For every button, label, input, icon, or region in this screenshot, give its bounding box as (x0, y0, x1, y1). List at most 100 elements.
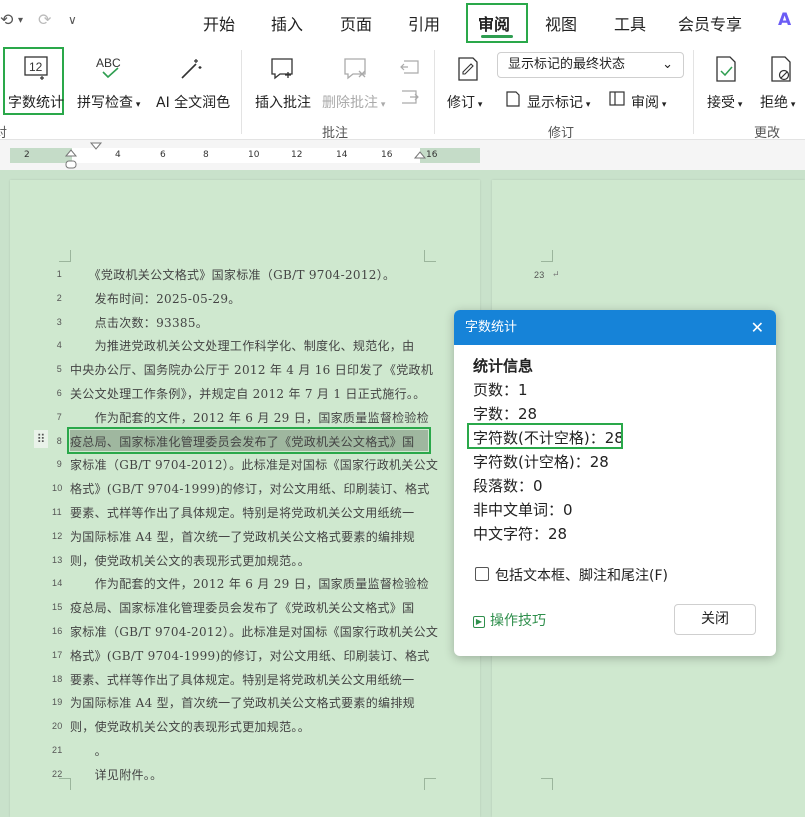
include-textbox-label[interactable]: 包括文本框、脚注和尾注(F) (495, 565, 668, 585)
quick-access-more-icon[interactable]: ∨ (68, 13, 77, 27)
line-number: 10 (52, 483, 63, 494)
right-indent-icon[interactable] (412, 150, 428, 168)
top-menu-bar: ⟲ ▾ ⟳ ∨ 开始 插入 页面 引用 审阅 视图 工具 会员专享 A (0, 0, 805, 44)
line-number: 5 (56, 364, 62, 375)
line-text: 发布时间：2025-05-29。 (70, 291, 241, 306)
line-text: 格式》(GB/T 9704-1999)的修订，对公文用纸、印刷装订、格式 (70, 648, 430, 663)
line-text: 关公文处理工作条例》，并规定自 2012 年 7 月 1 日正式施行。。 (70, 387, 426, 401)
horizontal-ruler[interactable]: 2 4 6 8 10 12 14 16 16 (0, 140, 805, 170)
menu-member[interactable]: 会员专享 (678, 11, 742, 35)
menu-tools[interactable]: 工具 (614, 11, 646, 35)
first-line-indent-icon[interactable] (88, 140, 104, 154)
non-chinese-word-count: 非中文单词：0 (473, 501, 573, 519)
line-text: 家标准（GB/T 9704-2012）。此标准是对国标《国家行政机关公文 (70, 625, 439, 639)
ruler-tick-label: 8 (203, 150, 209, 160)
ruler-tick-label: 2 (24, 150, 30, 160)
markup-display-dropdown[interactable]: 显示标记的最终状态 ⌄ (497, 52, 684, 78)
line-text: 疫总局、国家标准化管理委员会发布了《党政机关公文格式》国 (70, 601, 415, 616)
line-text: 《党政机关公文格式》国家标准（GB/T 9704-2012）。 (70, 268, 396, 282)
line-number: 6 (56, 388, 62, 398)
chevron-down-icon[interactable]: ▾ (18, 15, 23, 26)
chinese-char-count: 中文字符：28 (473, 525, 568, 543)
previous-comment-icon[interactable] (400, 58, 420, 76)
show-markup-button[interactable]: 显示标记 ▾ (527, 92, 590, 112)
word-count-dialog: 字数统计 ✕ 统计信息 页数：1 字数：28 字符数(不计空格)：28 字符数(… (454, 310, 776, 656)
line-number: 20 (52, 721, 63, 732)
review-pane-button[interactable]: 审阅 ▾ (631, 92, 666, 112)
line-text: 则，使党政机关公文的表现形式更加规范。。 (70, 720, 311, 735)
next-comment-icon[interactable] (400, 88, 420, 106)
svg-text:12: 12 (29, 60, 43, 74)
accept-icon (716, 56, 736, 82)
menu-view[interactable]: 视图 (545, 11, 577, 35)
drag-handle-icon[interactable]: ⠿ (34, 430, 48, 448)
accept-button[interactable]: 接受 ▾ (707, 92, 742, 112)
active-tab-underline (481, 35, 513, 38)
ai-polish-button[interactable]: AI 全文润色 (156, 92, 230, 112)
line-number: 7 (56, 411, 62, 422)
tips-link[interactable]: ▶ 操作技巧 (473, 610, 546, 630)
show-markup-icon (506, 91, 520, 107)
line-number: 8 (56, 435, 62, 446)
line-number: 14 (52, 578, 63, 589)
delete-comment-button[interactable]: 删除批注 ▾ (322, 92, 385, 112)
chevron-down-icon: ⌄ (662, 57, 673, 72)
menu-references[interactable]: 引用 (408, 11, 440, 35)
menu-page[interactable]: 页面 (340, 11, 372, 35)
track-changes-icon (458, 57, 478, 81)
line-text: 则，使党政机关公文的表现形式更加规范。。 (70, 553, 311, 568)
line-text: 中央办公厅、国务院办公厅于 2012 年 4 月 16 日印发了《党政机 (70, 363, 434, 378)
ruler-tick-label: 16 (381, 150, 393, 160)
line-number: 3 (56, 316, 62, 327)
redo-icon[interactable]: ⟳ (38, 10, 51, 29)
insert-comment-button[interactable]: 插入批注 (255, 92, 311, 112)
markup-dropdown-value: 显示标记的最终状态 (508, 57, 626, 72)
proofing-group-label: 对 (0, 126, 8, 141)
word-count-icon: 12 (24, 56, 48, 80)
include-textbox-checkbox[interactable] (475, 567, 489, 581)
review-pane-icon (609, 91, 625, 106)
selected-line-highlight-box (67, 427, 431, 454)
line-text: 为国际标准 A4 型，首次统一了党政机关公文格式要素的编排规 (70, 696, 415, 711)
ruler-tick-label: 12 (291, 150, 303, 160)
dialog-title-bar[interactable]: 字数统计 ✕ (454, 310, 776, 345)
char-count-highlight-box (467, 423, 623, 449)
play-icon: ▶ (473, 616, 485, 628)
dialog-title: 字数统计 (465, 320, 518, 335)
line-text: 为国际标准 A4 型，首次统一了党政机关公文格式要素的编排规 (70, 529, 415, 544)
line-number: 22 (52, 768, 63, 779)
line-text: 格式》(GB/T 9704-1999)的修订，对公文用纸、印刷装订、格式 (70, 482, 430, 497)
line-text: 要素、式样等作出了具体规定。特别是将党政机关公文用纸统一 (70, 506, 415, 520)
ruler-tick-label: 10 (248, 150, 260, 160)
line-text: 要素、式样等作出了具体规定。特别是将党政机关公文用纸统一 (70, 672, 415, 687)
close-icon[interactable]: ✕ (751, 310, 764, 345)
close-button[interactable]: 关闭 (674, 604, 756, 635)
ruler-tick-label: 6 (160, 150, 166, 160)
page-count: 页数：1 (473, 381, 528, 399)
line-text: 为推进党政机关公文处理工作科学化、制度化、规范化，由 (70, 339, 415, 354)
line-text: 点击次数：93385。 (70, 315, 209, 330)
char-count-with-spaces: 字符数(计空格)：28 (473, 453, 609, 471)
comments-group-label: 批注 (322, 126, 349, 141)
line-number: 21 (52, 745, 63, 755)
line-number: 17 (52, 649, 63, 660)
ai-logo-icon[interactable]: A (778, 10, 791, 30)
track-changes-button[interactable]: 修订 ▾ (447, 92, 482, 112)
reject-icon (771, 56, 791, 82)
menu-home[interactable]: 开始 (203, 11, 235, 35)
undo-icon[interactable]: ⟲ (0, 10, 13, 29)
line-number: 4 (56, 340, 62, 351)
spell-check-button[interactable]: 拼写检查 ▾ (77, 92, 140, 112)
line-number: 18 (52, 673, 63, 684)
reject-button[interactable]: 拒绝 ▾ (760, 92, 795, 112)
delete-comment-icon (344, 58, 366, 80)
line-text: 作为配套的文件，2012 年 6 月 29 日，国家质量监督检验检 (70, 577, 430, 592)
ruler-tick-label: 4 (115, 150, 121, 160)
word-count-button[interactable]: 字数统计 (8, 92, 64, 112)
line-number: 2 (56, 292, 62, 303)
review-ribbon: 12 字数统计 对 ABC 拼写检查 ▾ AI 全文润色 插入批注 删除批注 ▾… (0, 44, 805, 141)
line-number: 13 (52, 554, 63, 565)
menu-insert[interactable]: 插入 (271, 11, 303, 35)
revise-group-label: 修订 (548, 126, 575, 141)
line-number: 1 (56, 269, 62, 279)
